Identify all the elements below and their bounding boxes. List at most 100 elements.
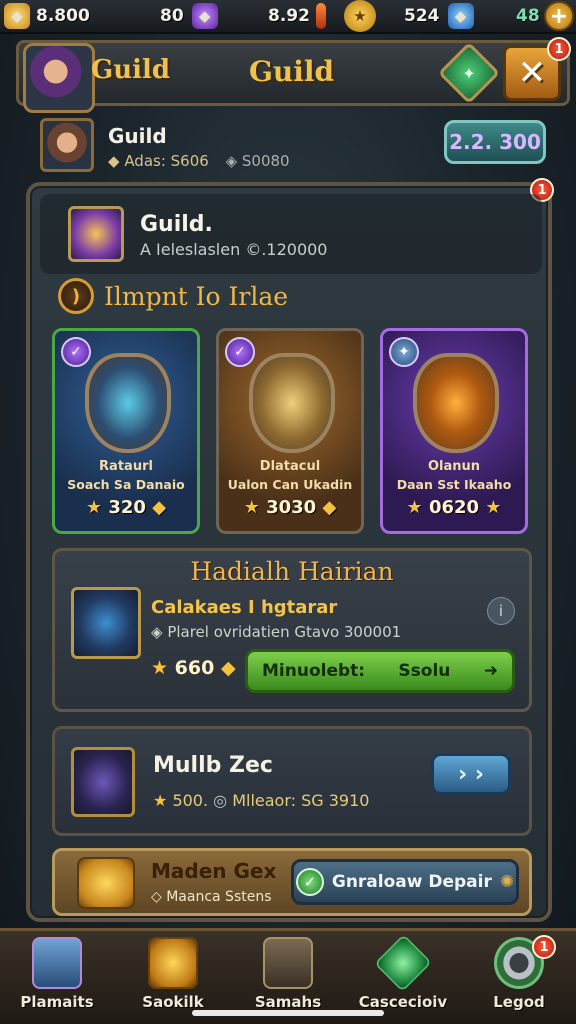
nav-label: Legod — [493, 993, 545, 1011]
blue-gem-icon: ◆ — [447, 3, 474, 29]
info-button[interactable]: i — [487, 597, 515, 625]
card-name: Olanun — [427, 459, 481, 474]
profile-stat-2-icon: ◈ — [225, 152, 242, 170]
section-title: Ilmpnt Io Irlae — [104, 281, 289, 311]
nav-item-collection[interactable]: Cascecioiv — [348, 934, 458, 1019]
item-row[interactable]: Mullb Zec ★ 500. ◎ Mlleaor: SG 3910 › › — [52, 726, 532, 836]
shop-card-2[interactable]: ✓ Dlatacul Ualon Can Ukadin ★ 3030 ◆ — [216, 328, 364, 534]
resource-purple[interactable]: 80 ◆ — [160, 3, 218, 29]
guild-subtitle: A Ieleslaslen ©.120000 — [140, 240, 328, 259]
page-title: Guild — [249, 55, 335, 88]
bracer-art-icon — [413, 353, 499, 453]
nav-item-chest[interactable]: Saokilk — [118, 935, 228, 1019]
bottom-offer: Maden Gex ◇ Maanca Sstens ✓ Gnraloaw Dep… — [52, 848, 532, 916]
card-price: ★ 0620 ★ — [383, 497, 525, 518]
nav-label: Plamaits — [20, 993, 94, 1011]
resource-gold[interactable]: ◆ 8.800 — [4, 3, 90, 29]
star-icon: ★ — [85, 497, 109, 518]
star-icon: ◆ — [145, 497, 167, 518]
guild-panel: 1 Guild. A Ieleslaslen ©.120000 ) Ilmpnt… — [26, 178, 554, 922]
resource-gold-value: 8.800 — [36, 6, 90, 26]
armor-icon[interactable] — [71, 587, 141, 659]
nav-item-planets[interactable]: Plamaits — [2, 935, 112, 1019]
close-notification-badge: 1 — [547, 37, 571, 61]
star-icon: ★ — [153, 791, 173, 810]
gold-coin-icon: ◆ — [4, 3, 30, 29]
profile-stat-1: Adas: S606 — [124, 152, 209, 170]
card-price-value: 320 — [108, 497, 146, 518]
nav-item-shield[interactable]: Samahs — [233, 935, 343, 1019]
buy-button-label: Minuolebt: — [262, 661, 366, 681]
featured-price: ★ 660 ◆ — [151, 657, 236, 679]
nav-label: Samahs — [254, 993, 322, 1011]
star-icon: ★ — [243, 497, 267, 518]
shop-card-1[interactable]: ✓ Rataurl Soach Sa Danaio ★ 320 ◆ — [52, 328, 200, 534]
resource-purple-value: 80 — [160, 6, 184, 26]
offer-button[interactable]: ✓ Gnraloaw Depair ✺ — [291, 859, 519, 905]
player-avatar[interactable] — [23, 43, 95, 113]
resource-fire[interactable]: 8.92 — [268, 3, 326, 29]
featured-offer: Hadialh Hairian Calakaes I hgtarar ◈ Pla… — [52, 548, 532, 712]
buy-button-label-2: Ssolu — [398, 661, 451, 681]
treasure-chest-icon[interactable] — [77, 857, 135, 909]
settings-small-icon: ✺ — [499, 872, 515, 892]
star-icon: ★ — [406, 497, 429, 518]
card-tag-icon: ✓ — [225, 337, 255, 367]
settings-notification-badge: 1 — [532, 935, 556, 959]
star-icon: ★ — [479, 497, 502, 518]
profile-stat-icon: ◆ — [108, 152, 125, 170]
header-left-title: Guild — [91, 55, 171, 85]
item-stat-2: Mlleaor: SG 3910 — [232, 791, 370, 810]
emerald-icon — [374, 934, 432, 992]
profile-stats: ◆ Adas: S606 ◈ S0080 — [108, 152, 290, 170]
nav-label: Saokilk — [142, 993, 204, 1011]
coin-icon: ◎ — [213, 791, 233, 810]
guild-emblem-button[interactable]: ✦ — [437, 41, 501, 105]
item-name: Mullb Zec — [153, 753, 273, 778]
resource-blue[interactable]: 524 ◆ — [404, 3, 474, 29]
treasure-chest-icon — [148, 937, 198, 989]
guild-title: Guild. — [140, 212, 213, 237]
next-arrow-button[interactable]: › › — [431, 753, 511, 795]
featured-description: ◈ Plarel ovridatien Gtavo 300001 — [151, 623, 401, 641]
featured-price-value: 660 — [174, 657, 215, 679]
shop-cards: ✓ Rataurl Soach Sa Danaio ★ 320 ◆ ✓ Dlat… — [52, 328, 532, 538]
card-tag-icon: ✦ — [389, 337, 419, 367]
shop-card-3[interactable]: ✦ Olanun Daan Sst Ikaaho ★ 0620 ★ — [380, 328, 528, 534]
resource-green-value: 48 — [516, 6, 540, 26]
add-currency-button[interactable]: + — [544, 1, 574, 31]
planets-icon — [32, 937, 82, 989]
star-badge-icon: ★ — [344, 0, 376, 32]
emblem-icon: ✦ — [462, 63, 476, 83]
card-tag-icon: ✓ — [61, 337, 91, 367]
card-price-value: 0620 — [428, 497, 480, 518]
buy-button[interactable]: Minuolebt: Ssolu ➜ — [245, 649, 515, 693]
shield-art-icon — [85, 353, 171, 453]
nav-item-settings[interactable]: Legod 1 — [464, 935, 574, 1019]
nav-label: Cascecioiv — [358, 993, 448, 1011]
shield-icon — [263, 937, 313, 989]
featured-description-text: Plarel ovridatien Gtavo 300001 — [167, 623, 402, 641]
featured-item-name: Calakaes I hgtarar — [151, 597, 338, 618]
member-avatar[interactable] — [40, 118, 94, 172]
card-name: Dlatacul — [259, 459, 321, 474]
resource-star[interactable]: ★ — [344, 0, 376, 32]
home-indicator[interactable] — [192, 1010, 384, 1016]
arrow-right-icon: ➜ — [483, 661, 498, 681]
guild-icon[interactable] — [68, 206, 124, 262]
profile-row: Guild ◆ Adas: S606 ◈ S0080 2.2. 300 — [40, 118, 550, 178]
item-stat-1: 500. — [172, 791, 209, 810]
offer-subtitle-icon: ◇ — [151, 889, 167, 905]
offer-title: Maden Gex — [151, 859, 277, 883]
resource-green[interactable]: 48 — [516, 3, 540, 29]
score-button[interactable]: 2.2. 300 — [444, 120, 546, 164]
resource-bar: ◆ 8.800 80 ◆ 8.92 ★ 524 ◆ 48 + — [0, 0, 576, 34]
gold-gem-icon: ◆ — [214, 657, 236, 679]
profile-name: Guild — [108, 124, 167, 148]
star-icon: ★ — [151, 657, 175, 679]
card-name: Rataurl — [99, 459, 153, 474]
fire-icon — [315, 3, 326, 29]
offer-subtitle-text: Maanca Sstens — [166, 889, 272, 905]
card-subtitle: Soach Sa Danaio — [67, 477, 185, 492]
guild-header: Guild Guild ✦ ✕ 1 — [16, 37, 571, 113]
